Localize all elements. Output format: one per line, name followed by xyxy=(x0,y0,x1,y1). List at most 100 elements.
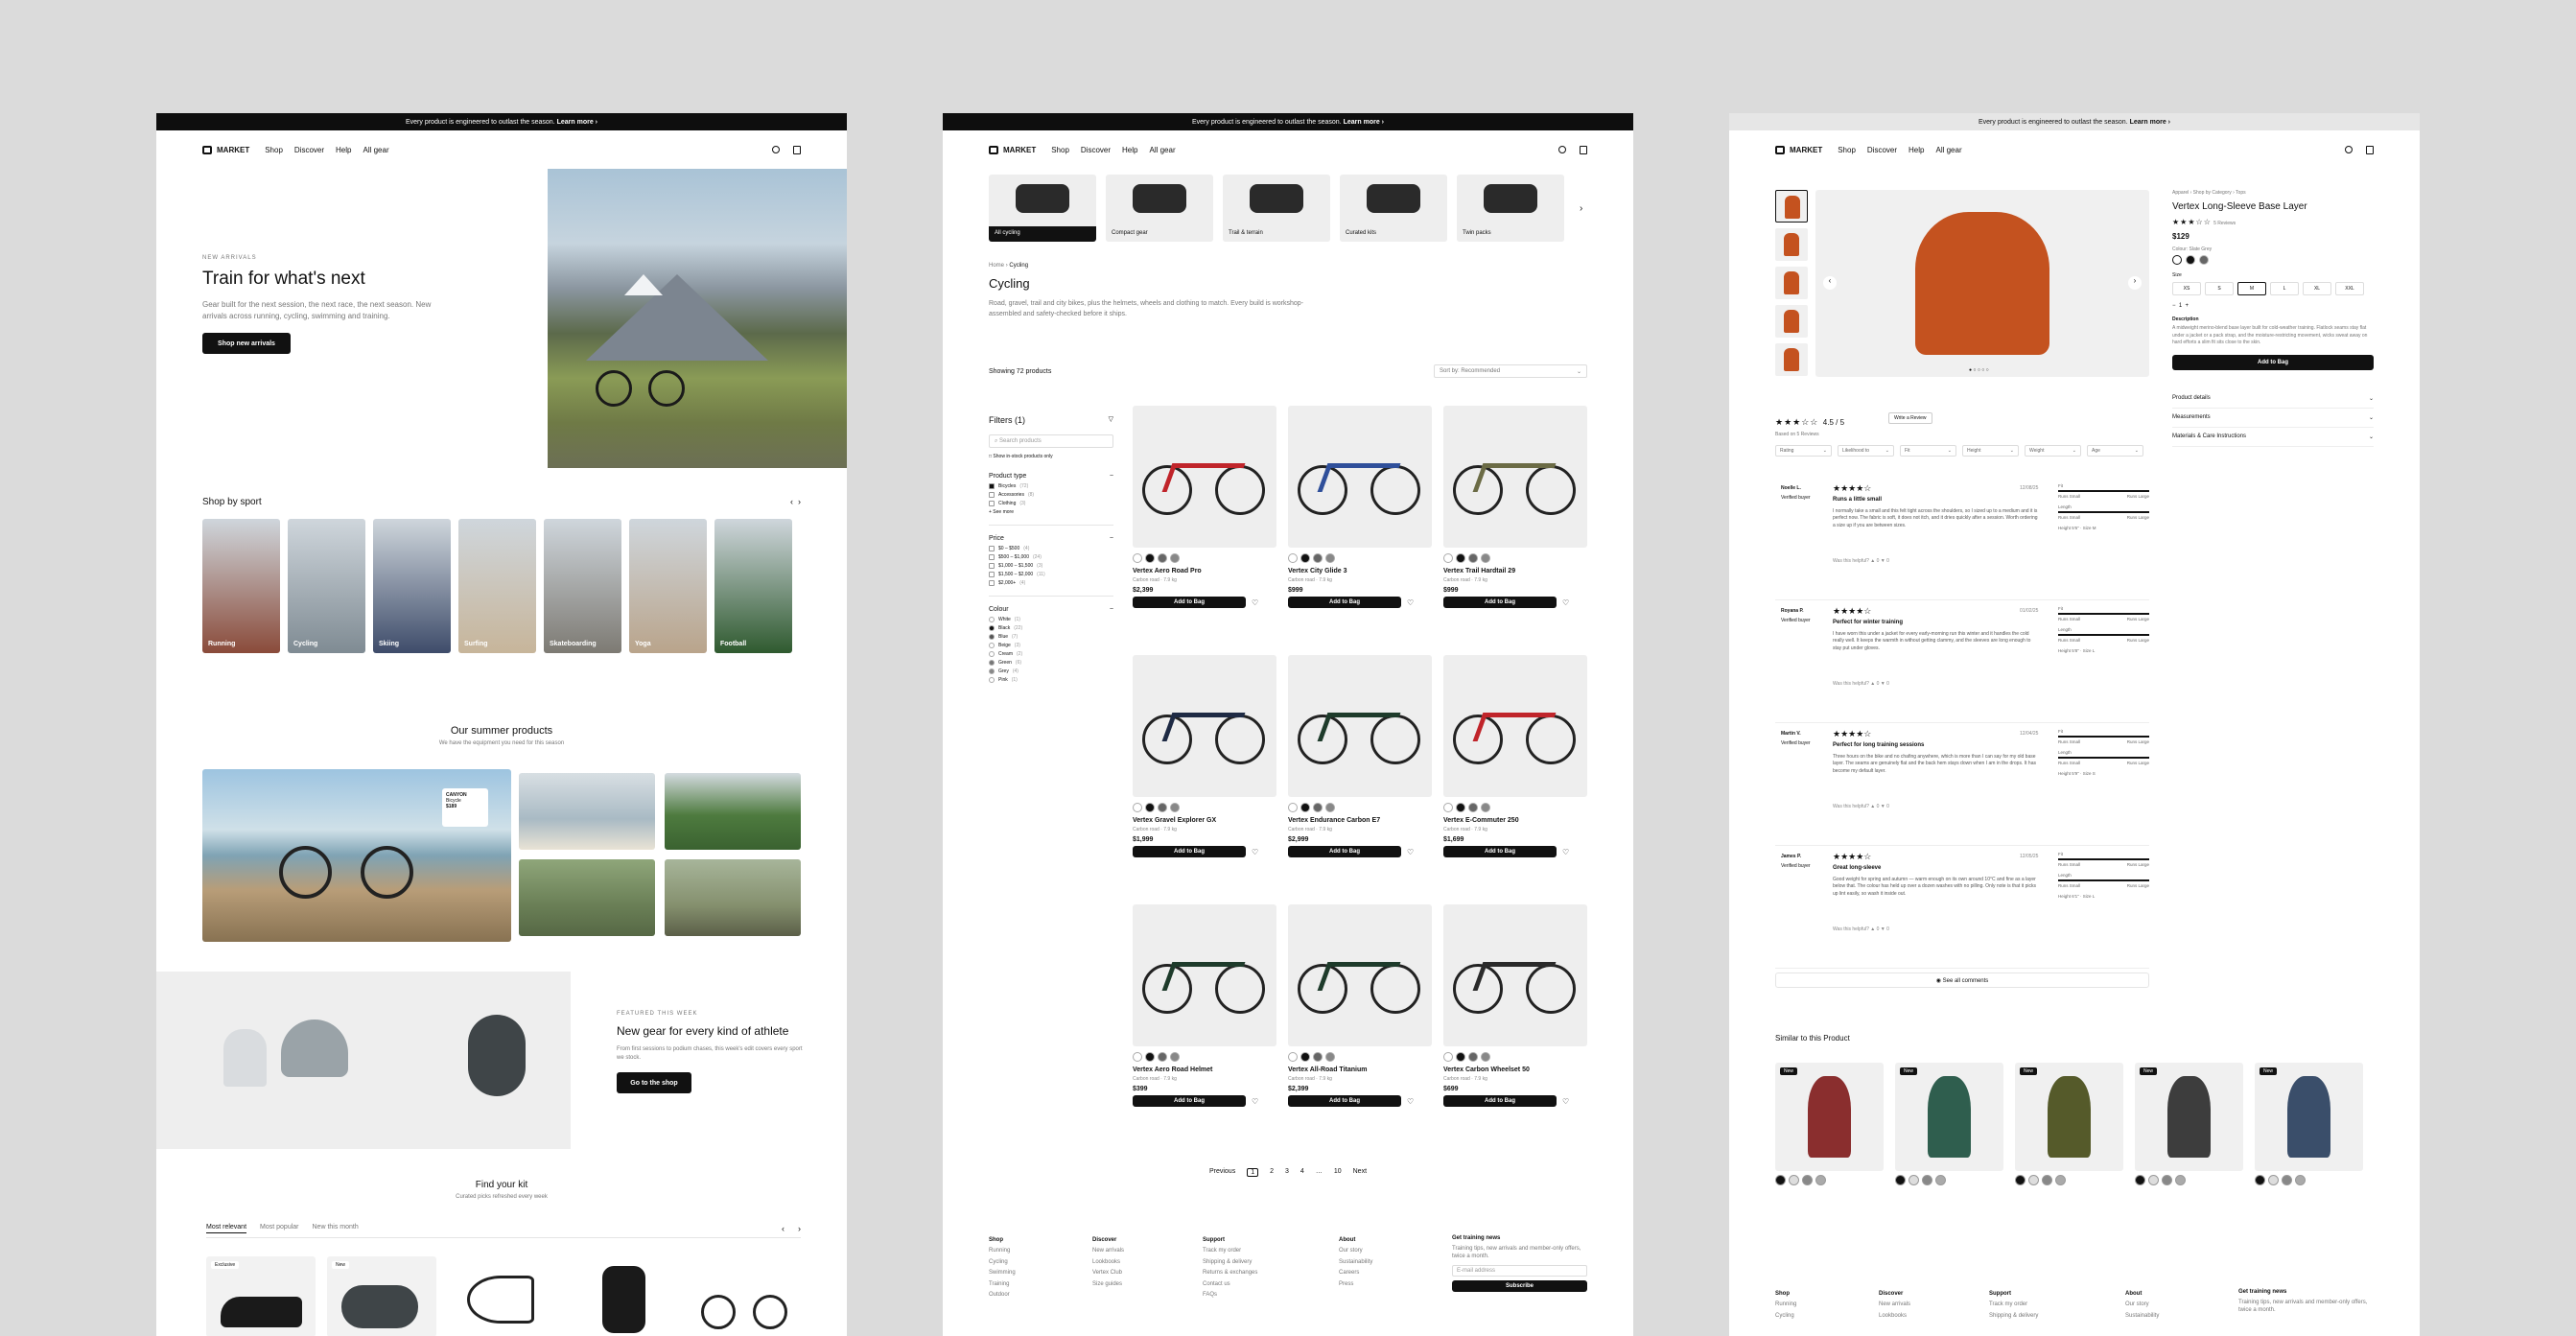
nav-all-gear[interactable]: All gear xyxy=(1935,146,1961,154)
similar-card[interactable]: New xyxy=(2135,1063,2243,1185)
write-review-button[interactable]: Write a Review xyxy=(1888,412,1932,424)
colour-swatch[interactable] xyxy=(1789,1175,1799,1185)
nav-help[interactable]: Help xyxy=(1122,146,1137,154)
review-filter-select[interactable]: Likelihood to ⌄ xyxy=(1838,445,1894,457)
colour-swatch[interactable] xyxy=(1443,1052,1453,1062)
summer-image-trail[interactable] xyxy=(665,859,801,936)
colour-swatch[interactable] xyxy=(1922,1175,1932,1185)
footer-link[interactable]: Swimming xyxy=(989,1268,1092,1278)
heart-icon[interactable]: ♡ xyxy=(1252,848,1258,856)
colour-swatch[interactable] xyxy=(1325,803,1335,812)
product-card[interactable]: Vertex Aero Road Helmet Carbon road · 7.9… xyxy=(1133,904,1276,1142)
category-card[interactable]: Trail & terrain xyxy=(1223,175,1330,242)
product-thumbnail[interactable] xyxy=(1775,305,1808,338)
product-card[interactable]: Vertex Carbon Wheelset 50 Carbon road · 7… xyxy=(1443,904,1587,1142)
colour-swatch[interactable] xyxy=(2162,1175,2172,1185)
colour-swatch[interactable] xyxy=(1443,553,1453,563)
filter-option[interactable]: Blue (7) xyxy=(989,634,1113,640)
colour-swatch[interactable] xyxy=(1468,1052,1478,1062)
colour-swatch[interactable] xyxy=(2255,1175,2265,1185)
add-to-bag-button[interactable]: Add to Bag xyxy=(1133,597,1246,608)
colour-swatch[interactable] xyxy=(1909,1175,1919,1185)
heart-icon[interactable]: ♡ xyxy=(1562,1097,1569,1106)
footer-link[interactable]: Shipping & delivery xyxy=(1989,1311,2125,1322)
product-card[interactable]: Vertex E-Commuter 250 Carbon road · 7.9 k… xyxy=(1443,655,1587,893)
category-card[interactable]: All cycling xyxy=(989,175,1096,242)
colour-swatch[interactable] xyxy=(2295,1175,2306,1185)
reviews-link[interactable]: 5 Reviews xyxy=(2213,221,2236,226)
nav-shop[interactable]: Shop xyxy=(265,146,283,154)
filter-option[interactable]: $2,000+ (4) xyxy=(989,580,1113,586)
filter-option[interactable]: $1,000 – $1,500 (3) xyxy=(989,563,1113,569)
page-number[interactable]: 3 xyxy=(1285,1168,1289,1177)
summer-image-football[interactable] xyxy=(665,773,801,850)
product-thumbnail[interactable] xyxy=(1775,190,1808,223)
footer-link[interactable]: Cycling xyxy=(989,1257,1092,1268)
bag-icon[interactable] xyxy=(2366,145,2374,154)
colour-swatch[interactable] xyxy=(1145,1052,1155,1062)
nav-all-gear[interactable]: All gear xyxy=(363,146,388,154)
filter-option[interactable]: Black (22) xyxy=(989,625,1113,631)
filter-search-input[interactable]: ⌕ Search products xyxy=(989,434,1113,448)
summer-image-shoes[interactable] xyxy=(519,859,655,936)
prev-button[interactable]: Previous xyxy=(1209,1168,1235,1177)
logo[interactable]: MARKET xyxy=(202,145,249,154)
see-more-link[interactable]: + See more xyxy=(989,509,1113,515)
review-filter-select[interactable]: Rating ⌄ xyxy=(1775,445,1832,457)
size-option[interactable]: XXL xyxy=(2335,282,2364,295)
bag-icon[interactable] xyxy=(1580,145,1587,154)
search-icon[interactable] xyxy=(1558,145,1566,153)
product-thumbnail[interactable] xyxy=(1775,343,1808,376)
footer-link[interactable]: Running xyxy=(1775,1300,1879,1310)
colour-swatch[interactable] xyxy=(1325,1052,1335,1062)
see-all-button[interactable]: ◉ See all comments xyxy=(1775,973,2149,988)
kit-card[interactable] xyxy=(448,1256,557,1336)
funnel-icon[interactable]: ▽ xyxy=(1109,415,1113,423)
heart-icon[interactable]: ♡ xyxy=(1562,848,1569,856)
next-button[interactable]: Next xyxy=(1353,1168,1367,1177)
filter-option[interactable]: Clothing (3) xyxy=(989,501,1113,506)
footer-link[interactable]: Our story xyxy=(1339,1246,1452,1256)
colour-swatch[interactable] xyxy=(1158,553,1167,563)
colour-swatch[interactable] xyxy=(1481,553,1490,563)
footer-link[interactable]: Track my order xyxy=(1203,1246,1339,1256)
product-card[interactable]: Vertex Endurance Carbon E7 Carbon road · … xyxy=(1288,655,1432,893)
email-input[interactable]: E-mail address xyxy=(1452,1264,1587,1277)
footer-link[interactable]: Running xyxy=(989,1246,1092,1256)
summer-feature-image[interactable]: CANYON Bicycle $189 xyxy=(202,769,511,942)
plus-icon[interactable]: + xyxy=(2186,303,2190,309)
minus-icon[interactable]: − xyxy=(2172,303,2176,309)
size-option[interactable]: M xyxy=(2237,282,2266,295)
tab-new-this-month[interactable]: New this month xyxy=(313,1224,359,1233)
learn-more-link[interactable]: Learn more › xyxy=(2130,119,2170,126)
colour-swatch[interactable] xyxy=(2015,1175,2026,1185)
sport-tile[interactable]: Skateboarding xyxy=(544,519,621,653)
colour-swatch[interactable] xyxy=(2148,1175,2159,1185)
footer-link[interactable]: Vertex Club xyxy=(1092,1268,1203,1278)
nav-help[interactable]: Help xyxy=(1909,146,1924,154)
search-icon[interactable] xyxy=(772,145,780,153)
colour-swatch[interactable] xyxy=(1313,553,1323,563)
filter-option[interactable]: $0 – $500 (4) xyxy=(989,546,1113,551)
colour-swatch[interactable] xyxy=(2042,1175,2052,1185)
kit-card[interactable] xyxy=(569,1256,678,1336)
colour-swatch[interactable] xyxy=(1815,1175,1826,1185)
add-to-bag-button[interactable]: Add to Bag xyxy=(1133,1095,1246,1107)
colour-swatch[interactable] xyxy=(1170,803,1180,812)
similar-card[interactable]: New xyxy=(1775,1063,1884,1185)
footer-link[interactable]: Sustainability xyxy=(2125,1311,2238,1322)
product-card[interactable]: Vertex Trail Hardtail 29 Carbon road · 7.… xyxy=(1443,406,1587,644)
add-to-bag-button[interactable]: Add to Bag xyxy=(1133,846,1246,857)
footer-link[interactable]: Size guides xyxy=(1092,1279,1203,1290)
thumbs-down-icon[interactable]: ▼ 0 xyxy=(1881,926,1889,932)
filter-option[interactable]: Bicycles (72) xyxy=(989,483,1113,489)
review-filter-select[interactable]: Weight ⌄ xyxy=(2025,445,2081,457)
page-number[interactable]: … xyxy=(1316,1168,1323,1177)
add-to-bag-button[interactable]: Add to Bag xyxy=(1443,846,1557,857)
thumbs-up-icon[interactable]: ▲ 0 xyxy=(1869,681,1881,687)
subscribe-button[interactable]: Subscribe xyxy=(1452,1279,1587,1292)
similar-card[interactable]: New xyxy=(1895,1063,2003,1185)
colour-swatch[interactable] xyxy=(2199,255,2209,265)
product-tag[interactable]: CANYON Bicycle $189 xyxy=(442,788,488,827)
colour-swatch[interactable] xyxy=(1935,1175,1946,1185)
